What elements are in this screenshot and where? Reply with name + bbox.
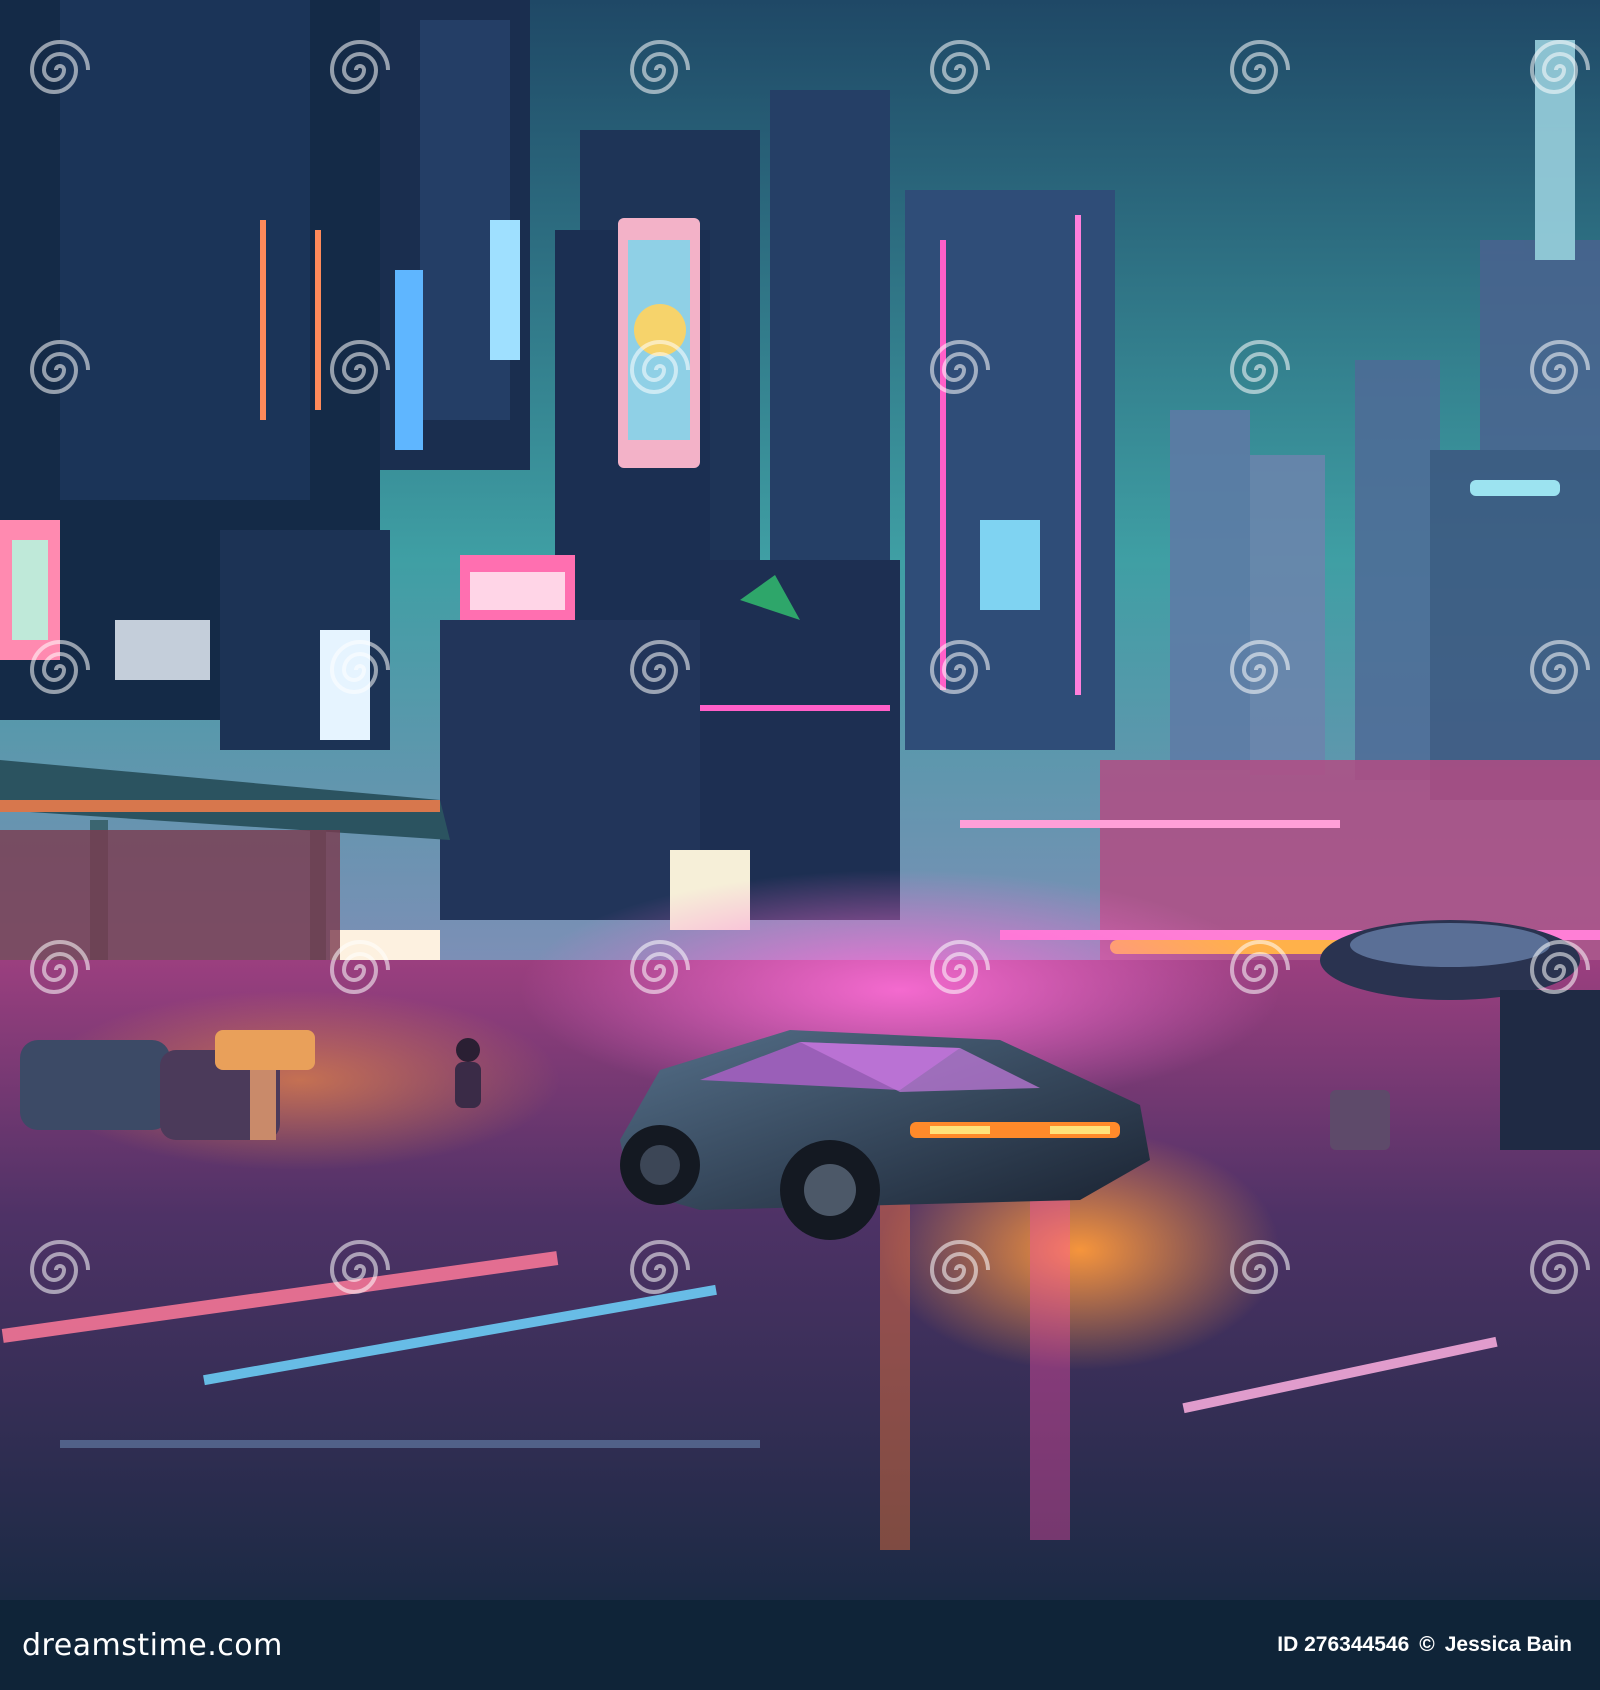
- image-credit: ID 276344546 © Jessica Bain: [1277, 1633, 1572, 1657]
- street-barrier: [1330, 1090, 1390, 1150]
- author-name: Jessica Bain: [1444, 1633, 1572, 1656]
- pedestrian: [455, 1038, 481, 1108]
- stock-footer-bar: dreamstime.com ID 276344546 © Jessica Ba…: [0, 1600, 1600, 1690]
- image-canvas: dreamstime.com ID 276344546 © Jessica Ba…: [0, 0, 1600, 1690]
- image-id-label: ID 276344546: [1277, 1633, 1410, 1656]
- left-skyscrapers: [0, 0, 390, 750]
- dreamstime-logo: dreamstime.com: [22, 1627, 283, 1663]
- cyberpunk-city-illustration: [0, 0, 1600, 1600]
- copyright-symbol: ©: [1419, 1633, 1435, 1656]
